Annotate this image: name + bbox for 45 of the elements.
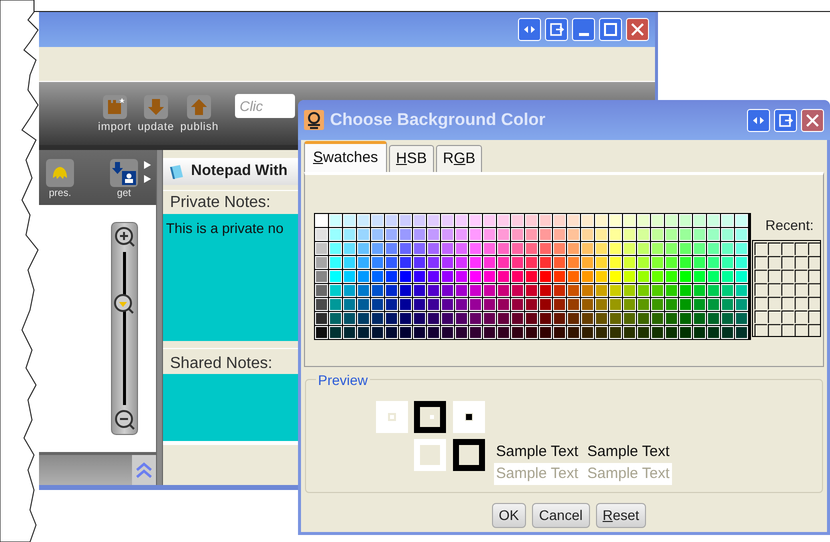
recent-label: Recent: [764, 216, 814, 235]
ring-icon [304, 110, 324, 130]
close-button[interactable] [801, 108, 824, 132]
double-chevron-icon [136, 461, 152, 479]
color-swatch-grid[interactable] [314, 213, 751, 340]
tool-button[interactable]: pres. [45, 158, 75, 200]
sample-text: Sample Text [496, 442, 578, 462]
maximize-button[interactable] [599, 18, 622, 41]
detach-window-icon [778, 112, 793, 128]
slider-thumb[interactable] [113, 293, 135, 316]
sample-text: Sample Text [587, 442, 670, 462]
toolbar-button[interactable]: update [138, 94, 174, 134]
close-button[interactable] [626, 18, 649, 41]
recent-swatch-grid[interactable] [752, 240, 821, 337]
zoom-slider[interactable] [111, 222, 138, 435]
dialog-title: Choose Background Color [330, 109, 546, 132]
tool-button[interactable]: get [109, 158, 139, 200]
zoom-out-icon[interactable] [114, 409, 136, 431]
notes-text: This is a private no [166, 220, 284, 236]
dialog-button[interactable]: OK [492, 503, 526, 528]
dialog-button[interactable]: Reset [596, 503, 646, 528]
tab[interactable]: HSB [389, 145, 434, 172]
minimize-icon [578, 33, 588, 36]
minimize-button[interactable] [572, 18, 595, 41]
toolbar-button[interactable]: publish [180, 94, 219, 134]
close-icon [630, 22, 645, 37]
dialog-button[interactable]: Cancel [532, 503, 590, 528]
toolbar-button[interactable]: import [98, 94, 132, 134]
close-icon [805, 112, 820, 128]
maximize-icon [603, 22, 618, 37]
detach-button[interactable] [774, 108, 797, 132]
expand-arrows-icon[interactable] [143, 160, 152, 186]
sample-text: Sample Text [496, 464, 578, 484]
tab[interactable]: RGB [436, 145, 482, 172]
detach-window-icon [549, 22, 564, 37]
sample-text: Sample Text [587, 464, 670, 484]
download-icon [109, 158, 139, 188]
panel-title: Notepad With [191, 161, 288, 182]
search-field[interactable]: Clic [234, 94, 295, 118]
notepad-icon [167, 162, 185, 180]
zoom-in-icon[interactable] [114, 226, 136, 248]
swap-button[interactable] [518, 18, 541, 41]
tab[interactable]: Swatches [304, 141, 388, 172]
swap-button[interactable] [747, 108, 770, 132]
detach-button[interactable] [545, 18, 568, 41]
